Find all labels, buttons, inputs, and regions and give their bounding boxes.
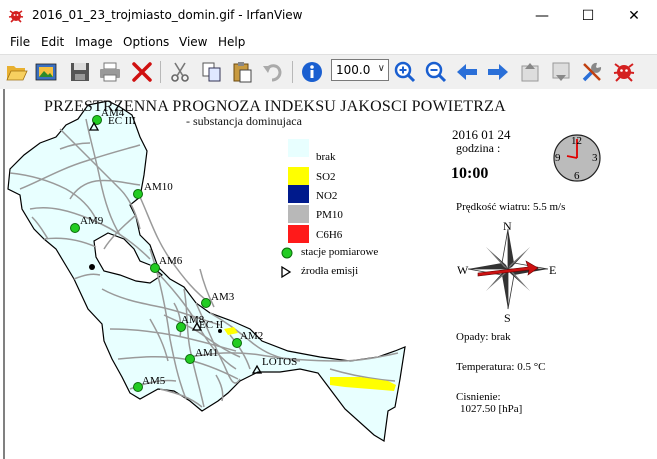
source-label-ec3: EC III [108, 115, 136, 127]
zoom-value: 100.0 [336, 63, 371, 77]
legend-label: C6H6 [316, 229, 343, 241]
compass-e: E [549, 263, 557, 277]
settings-icon[interactable] [580, 60, 604, 84]
compass-s: S [504, 311, 511, 325]
compass-rose-icon [467, 228, 549, 310]
menu-edit[interactable]: Edit [41, 35, 64, 49]
compass-n: N [503, 219, 512, 233]
paste-icon[interactable] [230, 60, 254, 84]
map-subtitle: - substancja dominujaca [186, 114, 302, 128]
irfanview-cat-icon[interactable] [612, 60, 636, 84]
previous-icon[interactable] [455, 60, 479, 84]
station-label-am9: AM9 [80, 215, 104, 227]
legend-station-marker [281, 247, 293, 259]
clock-number-6: 6 [574, 170, 580, 182]
station-marker-am3[interactable] [201, 298, 211, 308]
delete-icon[interactable] [130, 60, 154, 84]
print-icon[interactable] [98, 60, 122, 84]
station-marker-am1[interactable] [185, 354, 195, 364]
undo-icon[interactable] [261, 60, 285, 84]
station-label-am6: AM6 [159, 255, 183, 267]
legend-swatch-c6h6 [288, 225, 309, 243]
next-icon[interactable] [486, 60, 510, 84]
menu-options[interactable]: Options [123, 35, 169, 49]
legend-swatch-brak [288, 139, 309, 157]
legend-label-sources: źrodła emisji [301, 265, 359, 277]
station-label-am5: AM5 [142, 375, 166, 387]
menu-view[interactable]: View [179, 35, 207, 49]
station-label-am10: AM10 [144, 181, 173, 193]
close-button[interactable]: ✕ [611, 0, 657, 32]
toolbar-separator [292, 61, 293, 83]
save-icon[interactable] [68, 60, 92, 84]
station-label-am2: AM2 [240, 330, 264, 342]
legend-source-marker [281, 265, 292, 279]
temperature: Temperatura: 0.5 °C [456, 361, 546, 373]
page-up-icon[interactable] [518, 60, 542, 84]
toolbar-separator [160, 61, 161, 83]
clock-number-12: 12 [571, 135, 582, 147]
legend-label: SO2 [316, 171, 336, 183]
menu-image[interactable]: Image [75, 35, 113, 49]
pressure-value: 1027.50 [hPa] [460, 403, 523, 415]
hour-value: 10:00 [451, 165, 489, 182]
station-label-am1: AM1 [195, 347, 219, 359]
minimize-button[interactable]: — [519, 0, 565, 32]
chevron-down-icon[interactable]: ∨ [378, 63, 385, 74]
station-marker-am9[interactable] [70, 223, 80, 233]
toolbar [0, 54, 657, 90]
compass-w: W [457, 263, 469, 277]
zoom-in-icon[interactable] [393, 60, 417, 84]
legend-label: brak [316, 151, 336, 163]
info-icon[interactable] [300, 60, 324, 84]
hour-label: godzina : [456, 141, 501, 155]
menu-bar: File Edit Image Options View Help [0, 32, 657, 52]
station-label-am3: AM3 [211, 291, 235, 303]
open-folder-icon[interactable] [5, 60, 29, 84]
irfanview-cat-icon[interactable] [8, 8, 24, 24]
precipitation: Opady: brak [456, 331, 511, 343]
zoom-select[interactable]: 100.0 ∨ [331, 59, 389, 81]
legend-label: NO2 [316, 190, 338, 202]
source-label-ec2: EC II [199, 319, 224, 331]
cut-icon[interactable] [168, 60, 192, 84]
legend-swatch-so2 [288, 167, 309, 185]
pressure-label: Cisnienie: [456, 391, 501, 403]
map-point-marker [89, 264, 95, 270]
legend-swatch-no2 [288, 185, 309, 203]
slideshow-icon[interactable] [34, 60, 58, 84]
page-down-icon[interactable] [549, 60, 573, 84]
maximize-button[interactable]: ☐ [565, 0, 611, 32]
legend-label-stations: stacje pomiarowe [301, 246, 379, 258]
clock-number-9: 9 [555, 152, 561, 164]
source-label-lotos: LOTOS [262, 356, 298, 368]
menu-file[interactable]: File [10, 35, 30, 49]
station-marker-am10[interactable] [133, 189, 143, 199]
wind-speed: Prędkość wiatru: 5.5 m/s [456, 201, 566, 213]
legend-label: PM10 [316, 209, 343, 221]
window-title: 2016_01_23_trojmiasto_domin.gif - IrfanV… [32, 8, 303, 22]
zoom-out-icon[interactable] [424, 60, 448, 84]
legend-swatch-pm10 [288, 205, 309, 223]
menu-help[interactable]: Help [218, 35, 245, 49]
title-bar: 2016_01_23_trojmiasto_domin.gif - IrfanV… [0, 0, 657, 32]
clock-number-3: 3 [592, 152, 598, 164]
image-canvas[interactable]: PRZESTRZENNA PROGNOZA INDEKSU JAKOSCI PO… [0, 89, 657, 459]
copy-icon[interactable] [200, 60, 224, 84]
